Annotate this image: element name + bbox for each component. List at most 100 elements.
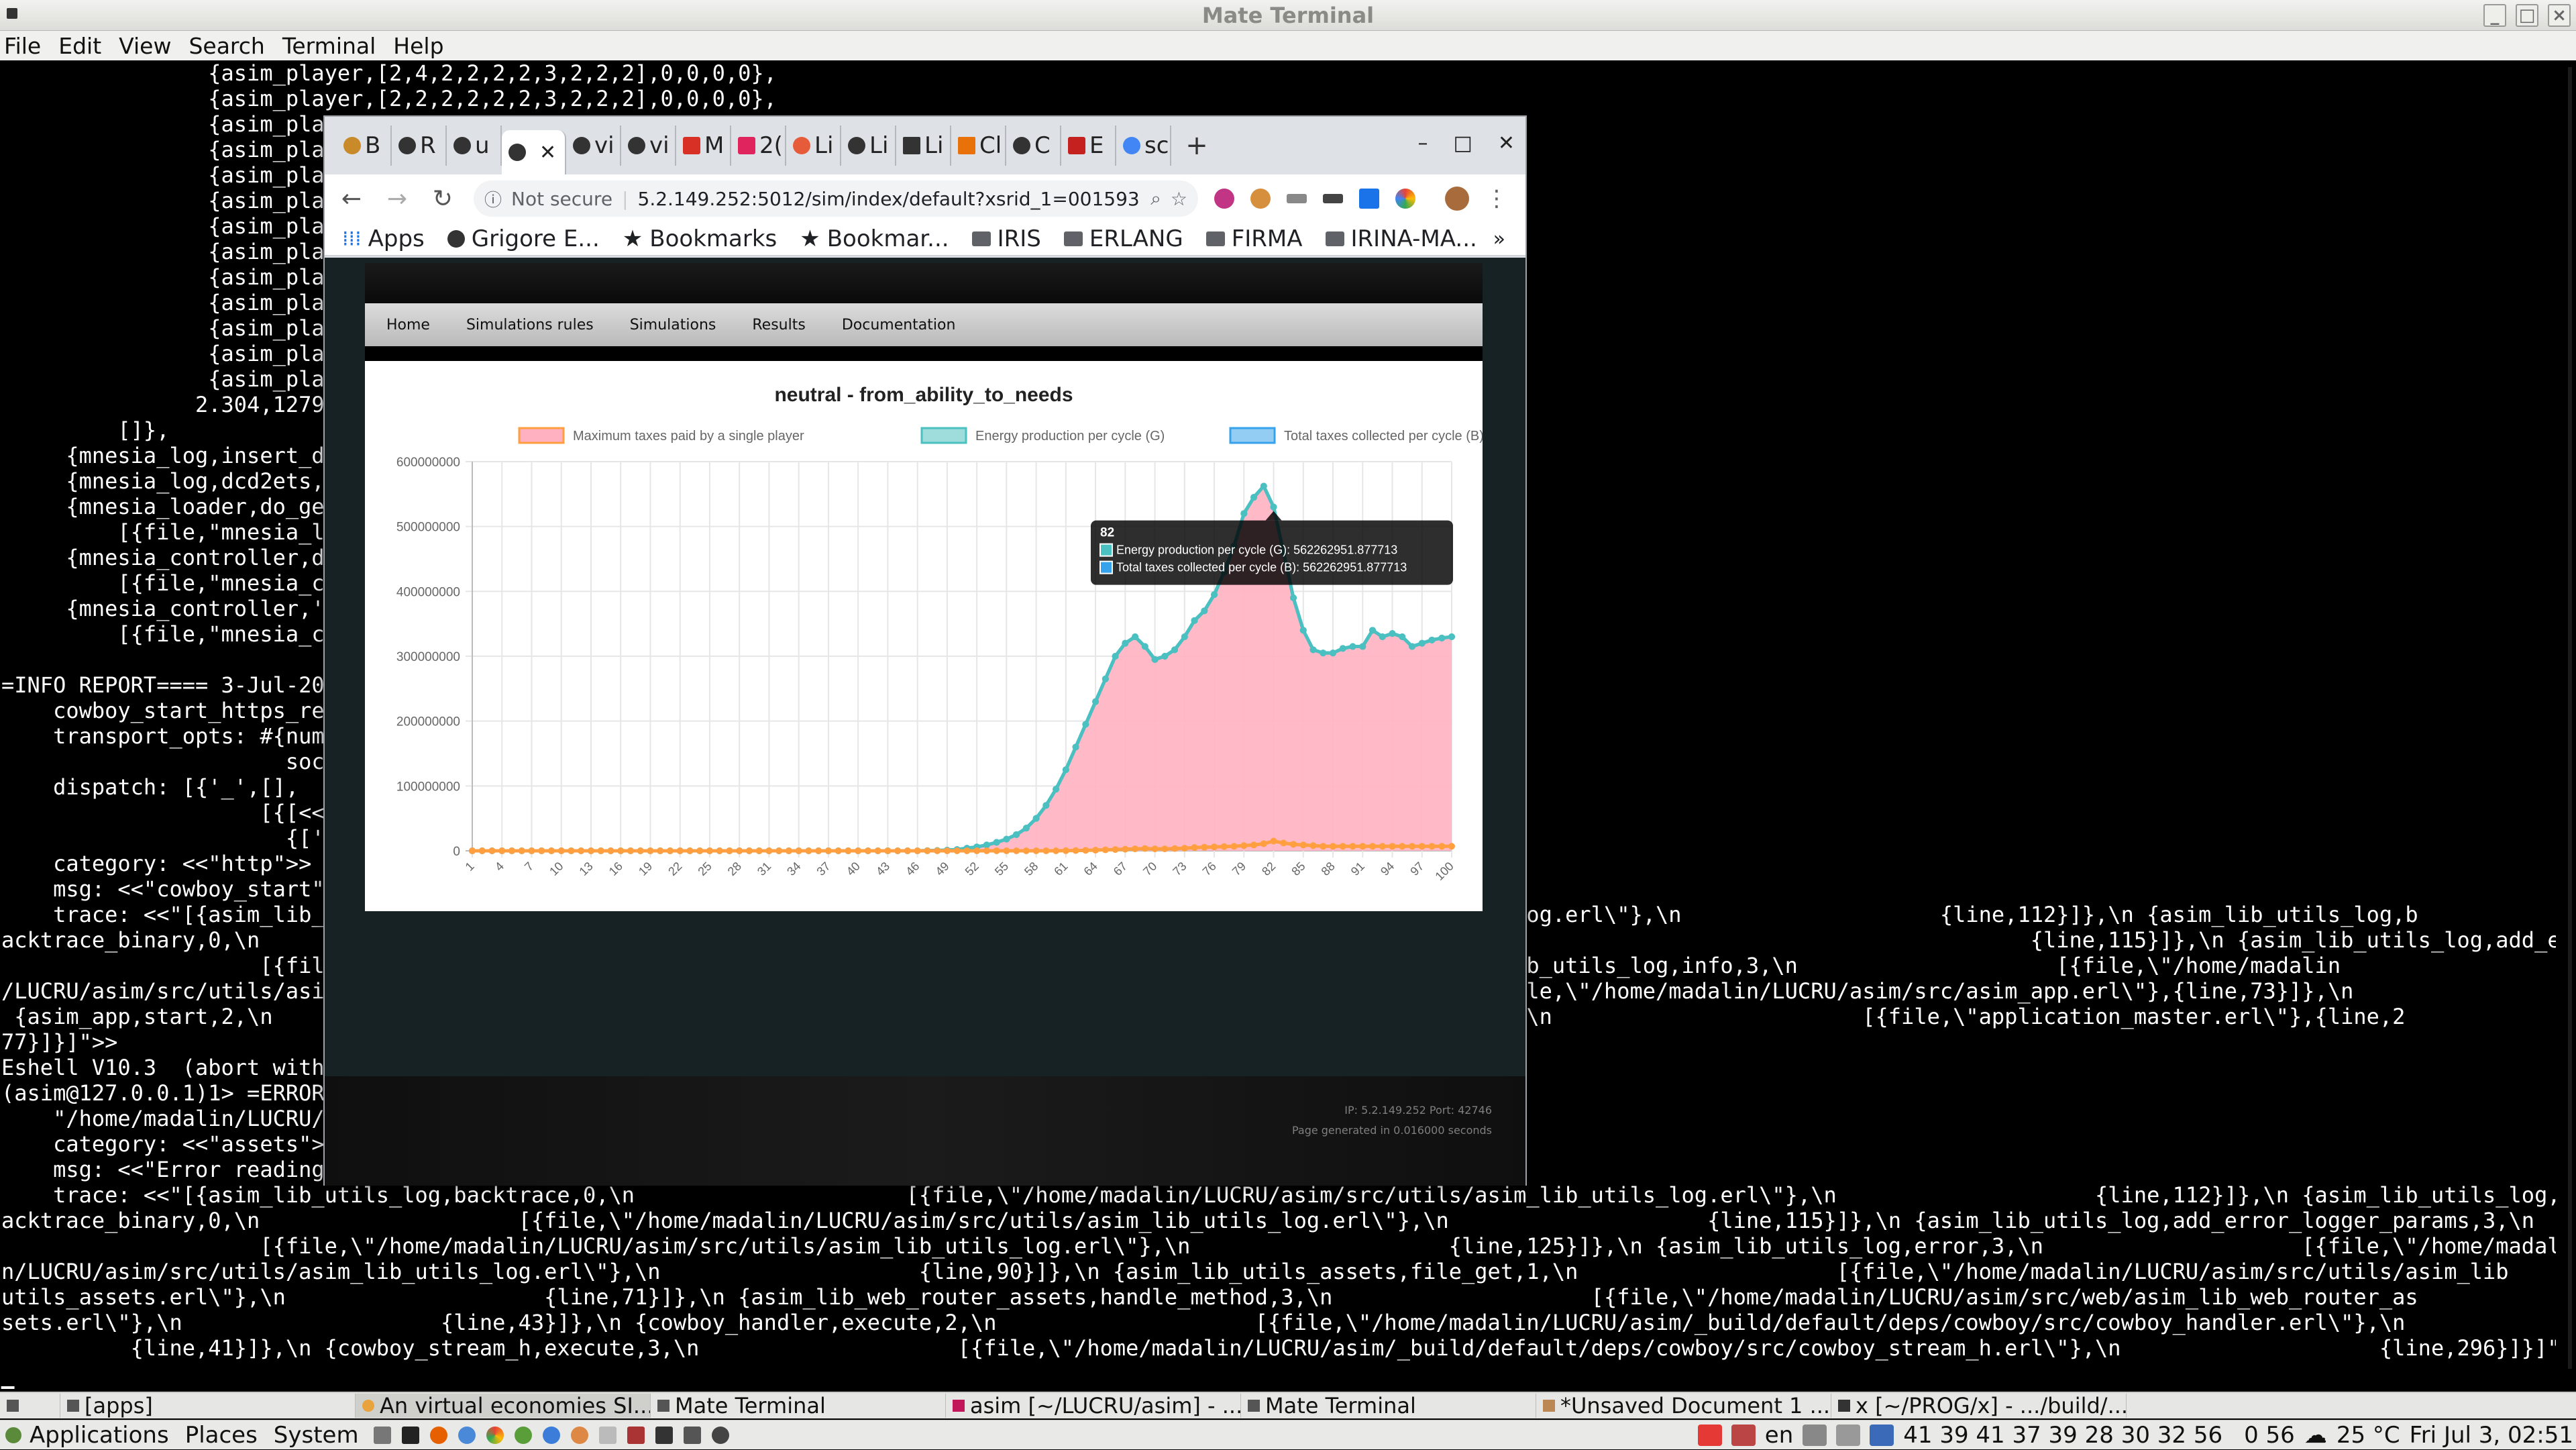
chrome-icon[interactable] — [486, 1426, 504, 1444]
taskbar-item[interactable]: x [~/PROG/x] - .../build/... — [1831, 1394, 2127, 1418]
update-icon[interactable] — [1731, 1425, 1756, 1446]
app-launcher-icon[interactable] — [514, 1426, 532, 1444]
browser-tab[interactable]: B — [337, 125, 392, 166]
cookie-icon[interactable] — [1250, 189, 1271, 209]
nav-results[interactable]: Results — [744, 313, 813, 338]
volume-icon[interactable] — [1836, 1425, 1861, 1446]
app-launcher-icon[interactable] — [627, 1426, 645, 1444]
clock[interactable]: Fri Jul 3, 02:51 — [2410, 1422, 2573, 1449]
menu-file[interactable]: File — [4, 33, 41, 59]
address-bar[interactable]: ⓘ Not secure | 5.2.149.252:5012/sim/inde… — [474, 180, 1198, 217]
browser-tab-active[interactable]: ✕ — [502, 130, 566, 174]
browser-tab[interactable]: C — [1006, 125, 1061, 166]
terminal-launcher-icon[interactable] — [401, 1426, 419, 1444]
reload-icon[interactable]: ↻ — [428, 185, 458, 213]
forward-icon[interactable]: → — [382, 185, 412, 213]
browser-tab[interactable]: vi — [621, 125, 676, 166]
info-icon[interactable]: ⓘ — [484, 187, 502, 211]
app-launcher-icon[interactable] — [683, 1426, 701, 1444]
browser-minimize-button[interactable]: – — [1418, 132, 1428, 155]
bookmark-folder[interactable]: IRINA-MA... — [1325, 225, 1477, 252]
minimize-button[interactable]: _ — [2483, 4, 2506, 27]
download-icon[interactable] — [1359, 189, 1379, 209]
app-launcher-icon[interactable] — [570, 1426, 588, 1444]
browser-tab[interactable]: Li — [896, 125, 951, 166]
menu-places[interactable]: Places — [177, 1422, 266, 1449]
taskbar-item[interactable]: asim [~/LUCRU/asim] - ... — [946, 1394, 1241, 1418]
nav-simulations-rules[interactable]: Simulations rules — [458, 313, 602, 338]
extension-icon[interactable] — [1287, 194, 1307, 203]
more-bookmarks-button[interactable]: » — [1493, 227, 1505, 251]
menu-view[interactable]: View — [119, 33, 171, 59]
bookmark-folder[interactable]: FIRMA — [1205, 225, 1303, 252]
browser-tab[interactable]: Cl — [951, 125, 1006, 166]
browser-close-button[interactable]: ✕ — [1498, 132, 1515, 155]
chart[interactable]: neutral - from_ability_to_needs Maximum t… — [365, 361, 1483, 911]
menu-search[interactable]: Search — [189, 33, 264, 59]
data-point — [498, 847, 506, 854]
mate-logo-icon[interactable] — [5, 1427, 21, 1443]
firefox-icon[interactable] — [429, 1426, 447, 1444]
browser-maximize-button[interactable]: □ — [1454, 132, 1472, 155]
taskbar-item[interactable]: Mate Terminal — [1241, 1394, 1536, 1418]
maximize-button[interactable]: □ — [2516, 4, 2538, 27]
weather-temp[interactable]: 25 °C — [2337, 1422, 2400, 1449]
files-launcher-icon[interactable] — [373, 1426, 391, 1444]
chromium-icon[interactable] — [458, 1426, 476, 1444]
browser-tab[interactable]: vi — [566, 125, 621, 166]
browser-tab[interactable]: sc — [1116, 125, 1171, 166]
menu-help[interactable]: Help — [393, 33, 443, 59]
data-point — [1320, 650, 1327, 657]
browser-tab[interactable]: M — [676, 125, 731, 166]
zoom-icon[interactable]: ⌕ — [1150, 187, 1161, 210]
browser-tab[interactable]: Li — [841, 125, 896, 166]
anydesk-icon[interactable] — [1697, 1425, 1722, 1446]
bookmark-item[interactable]: ★ Bookmarks — [623, 225, 777, 252]
avatar[interactable] — [1445, 187, 1469, 211]
nav-simulations[interactable]: Simulations — [622, 313, 724, 338]
menu-edit[interactable]: Edit — [58, 33, 101, 59]
url-text[interactable]: 5.2.149.252:5012/sim/index/default?xsrid… — [638, 188, 1142, 210]
scrollbar-thumb[interactable] — [2568, 67, 2572, 1369]
bookmark-star-icon[interactable]: ☆ — [1171, 188, 1187, 210]
browser-tab[interactable]: u — [447, 125, 502, 166]
window-menu-icon[interactable] — [7, 8, 17, 19]
app-launcher-icon[interactable] — [542, 1426, 560, 1444]
data-point — [1092, 698, 1099, 705]
tab-close-icon[interactable]: ✕ — [539, 141, 556, 164]
taskbar-item[interactable]: Mate Terminal — [651, 1394, 946, 1418]
power-icon[interactable] — [1803, 1425, 1827, 1446]
extension-icon[interactable] — [1214, 189, 1234, 209]
menu-terminal[interactable]: Terminal — [282, 33, 376, 59]
bookmark-item[interactable]: Grigore E... — [447, 225, 600, 252]
bookmark-folder[interactable]: IRIS — [971, 225, 1041, 252]
browser-tab[interactable]: Li — [786, 125, 841, 166]
close-button[interactable]: × — [2548, 4, 2571, 27]
terminal-scrollbar[interactable] — [2557, 60, 2576, 1389]
browser-tab[interactable]: E — [1061, 125, 1116, 166]
text-editor-icon[interactable] — [598, 1426, 616, 1444]
menu-kebab-icon[interactable]: ⋮ — [1485, 185, 1508, 212]
bookmark-apps[interactable]: ⁞⁞⁞ Apps — [342, 225, 425, 252]
glasses-icon[interactable] — [1323, 194, 1343, 203]
taskbar-item[interactable]: An virtual economies SI... — [356, 1394, 651, 1418]
taskbar-item[interactable]: *Unsaved Document 1 ... — [1536, 1394, 1831, 1418]
taskbar-item[interactable]: [apps] — [60, 1394, 356, 1418]
nav-documentation[interactable]: Documentation — [834, 313, 964, 338]
menu-applications[interactable]: Applications — [21, 1422, 177, 1449]
keyboard-layout[interactable]: en — [1765, 1422, 1793, 1449]
app-launcher-icon[interactable] — [655, 1426, 673, 1444]
network-icon[interactable] — [1870, 1425, 1894, 1446]
menu-system[interactable]: System — [266, 1422, 367, 1449]
browser-tab[interactable]: 2( — [731, 125, 786, 166]
browser-tab[interactable]: R — [392, 125, 447, 166]
color-picker-icon[interactable] — [1395, 189, 1415, 209]
nav-home[interactable]: Home — [378, 313, 438, 338]
bookmark-folder[interactable]: ERLANG — [1063, 225, 1183, 252]
data-point — [1309, 646, 1317, 654]
show-desktop-button[interactable] — [0, 1394, 60, 1418]
back-icon[interactable]: ← — [337, 185, 366, 213]
bookmark-item[interactable]: ★ Bookmar... — [800, 225, 949, 252]
app-launcher-icon[interactable] — [711, 1426, 729, 1444]
new-tab-button[interactable]: + — [1182, 130, 1212, 161]
